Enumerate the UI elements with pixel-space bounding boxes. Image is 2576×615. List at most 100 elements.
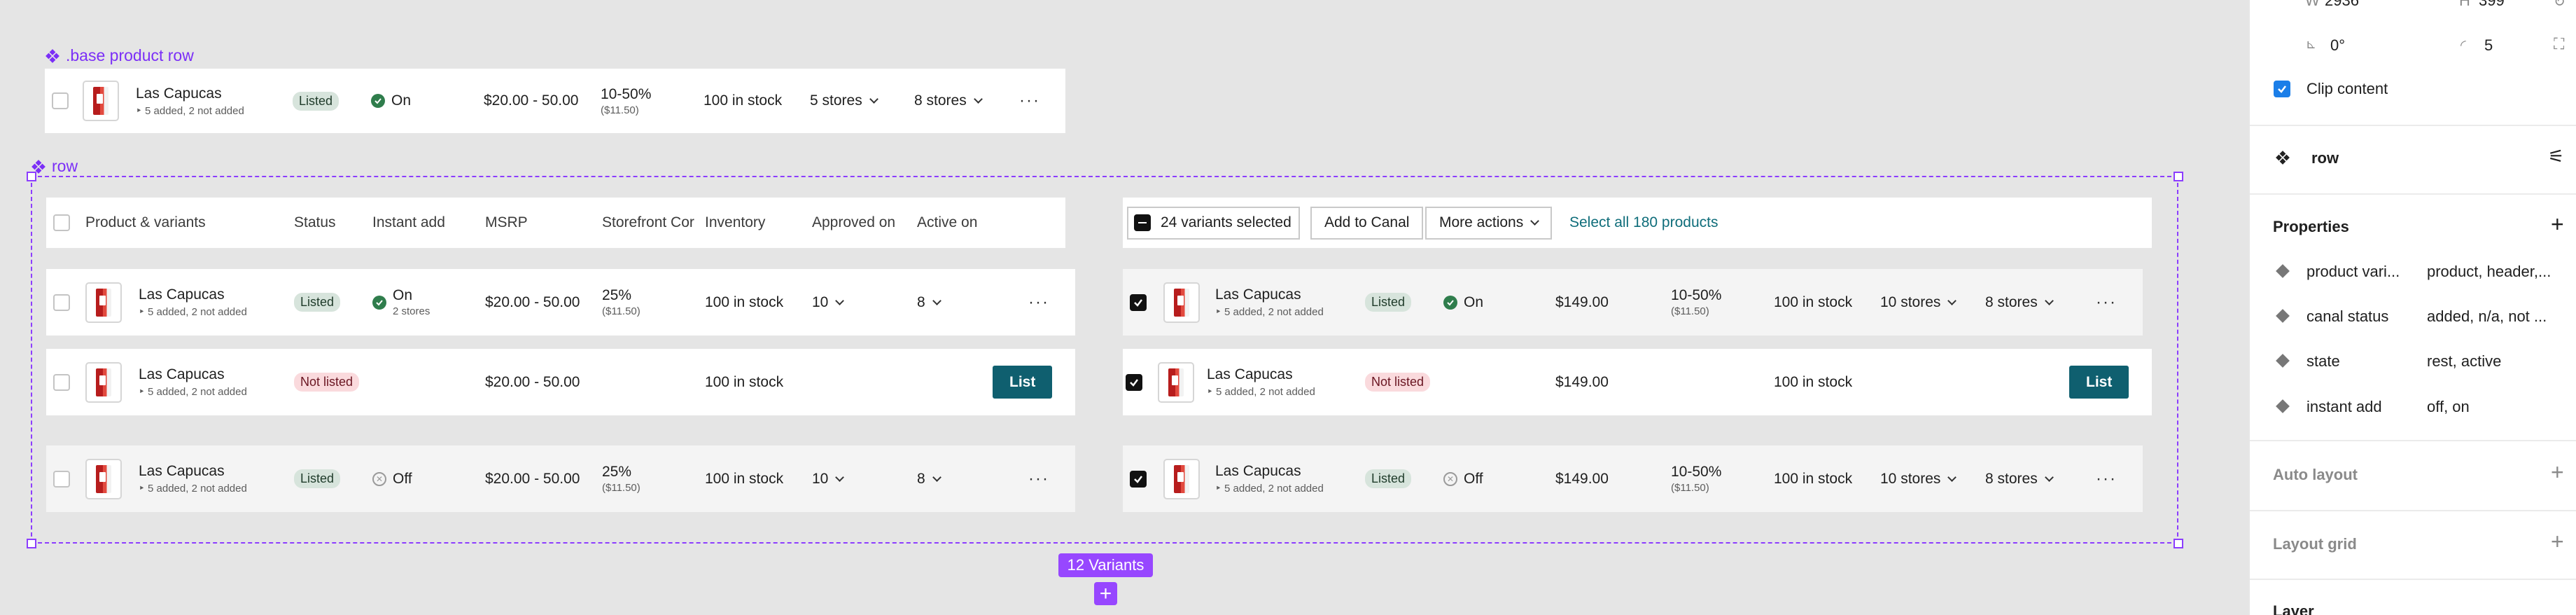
add-layout-grid-icon[interactable]: + [2551,529,2564,555]
active-dropdown[interactable]: 8 stores [914,92,983,109]
divider [2250,440,2576,441]
row-checkbox[interactable] [53,373,70,391]
constrain-icon[interactable]: ↻ [2554,0,2566,11]
table-row[interactable]: Las Capucas ‣ 5 added, 2 not added Listed… [1123,445,2143,512]
row-checkbox-checked[interactable] [1130,293,1147,311]
chevron-down-icon [932,296,941,305]
select-all-checkbox[interactable] [53,214,70,231]
width-value[interactable]: 2936 [2325,0,2359,10]
component-icon [2276,151,2290,165]
more-icon[interactable]: ··· [2096,469,2117,489]
status-badge: Not listed [294,373,360,392]
table-row[interactable]: Las Capucas ‣ 5 added, 2 not added Not li… [46,349,1075,415]
approved-dropdown[interactable]: 5 stores [810,92,878,109]
row-checkbox-checked[interactable] [1130,470,1147,488]
approved-dropdown[interactable]: 10 stores [1880,471,1957,488]
variants-badge[interactable]: 12 Variants [1058,553,1153,577]
list-button[interactable]: List [993,366,1053,399]
component-label-base[interactable]: .base product row [45,46,194,65]
resize-handle[interactable] [27,172,36,181]
table-row[interactable]: Las Capucas ‣ 5 added, 2 not added Not li… [1123,349,2152,415]
more-icon[interactable]: ··· [2096,293,2117,312]
design-canvas[interactable]: .base product row Las Capucas ‣ 5 added, … [0,0,2248,615]
divider [2250,510,2576,511]
adjust-icon[interactable]: ⚟ [2548,146,2564,167]
status-badge: Listed [293,91,340,111]
divider [2250,193,2576,195]
resize-handle[interactable] [2174,172,2183,181]
corner-radius-icon: ◜ [2460,38,2466,53]
status-badge: Listed [294,469,341,488]
product-thumbnail [1163,282,1200,323]
more-icon[interactable]: ··· [1028,469,1049,489]
base-product-row[interactable]: Las Capucas ‣ 5 added, 2 not added Listed… [45,69,1065,133]
property-icon [2276,264,2290,278]
list-button[interactable]: List [2069,366,2129,399]
status-badge: Not listed [1365,373,1431,392]
component-label-row[interactable]: row [31,157,78,176]
component-name: row [2311,149,2339,167]
chevron-down-icon [835,472,845,482]
selected-count[interactable]: 24 variants selected [1127,206,1300,240]
active-dropdown[interactable]: 8 [917,294,941,311]
row-checkbox[interactable] [52,92,69,109]
chevron-down-icon [1530,216,1540,226]
table-row[interactable]: Las Capucas ‣ 5 added, 2 not added Listed… [46,269,1075,336]
properties-title: Properties [2273,218,2349,235]
table-header: Product & variants Status Instant add MS… [46,198,1065,248]
check-circle-icon [1443,295,1457,310]
clip-content-checkbox[interactable] [2274,81,2290,97]
approved-dropdown[interactable]: 10 [812,294,845,311]
row-checkbox-checked[interactable] [1126,373,1142,391]
add-to-canal-button[interactable]: Add to Canal [1310,206,1424,240]
add-variant-button[interactable]: + [1094,582,1117,605]
clip-content-label: Clip content [2306,80,2388,97]
chevron-down-icon [869,95,878,104]
more-icon[interactable]: ··· [1028,293,1049,312]
active-dropdown[interactable]: 8 stores [1985,471,2054,488]
chevron-down-icon [973,95,983,104]
product-sub: ‣ 5 added, 2 not added [136,104,244,117]
resize-handle[interactable] [27,539,36,548]
active-dropdown[interactable]: 8 [917,471,941,488]
add-property-icon[interactable]: + [2551,212,2564,237]
add-auto-layout-icon[interactable]: + [2551,459,2564,485]
chevron-down-icon [1947,472,1957,482]
property-icon [2276,354,2290,368]
product-thumbnail [85,361,122,403]
product-thumbnail [85,458,122,499]
product-thumbnail [85,282,122,323]
more-icon[interactable]: ··· [1019,91,1040,111]
approved-dropdown[interactable]: 10 stores [1880,294,1957,311]
active-dropdown[interactable]: 8 stores [1985,294,2054,311]
auto-layout-title: Auto layout [2273,466,2358,483]
more-actions-button[interactable]: More actions [1425,206,1553,240]
property-icon [2276,399,2290,413]
table-row[interactable]: Las Capucas ‣ 5 added, 2 not added Listed… [1123,269,2143,336]
indeterminate-checkbox [1134,214,1151,231]
layer-title: Layer [2273,602,2314,615]
select-all-link[interactable]: Select all 180 products [1569,214,1718,231]
rotation-icon: ⊾ [2306,37,2317,51]
status-badge: Listed [1365,293,1412,312]
resize-handle[interactable] [2174,539,2183,548]
chevron-down-icon [2044,472,2054,482]
property-icon [2276,309,2290,323]
chevron-down-icon [932,472,941,482]
radius-value[interactable]: 5 [2484,36,2493,55]
check-circle-icon [372,295,386,310]
status-badge: Listed [1365,469,1412,488]
row-checkbox[interactable] [53,293,70,311]
height-value[interactable]: 399 [2479,0,2505,10]
close-circle-icon: ✕ [1443,471,1457,486]
approved-dropdown[interactable]: 10 [812,471,845,488]
table-row[interactable]: Las Capucas ‣ 5 added, 2 not added Listed… [46,445,1075,512]
row-checkbox[interactable] [53,470,70,488]
msrp-value: $20.00 - 50.00 [484,92,579,109]
component-icon [46,48,59,63]
independent-corners-icon[interactable]: ⛶ [2554,35,2564,53]
status-badge: Listed [294,293,341,312]
rotation-value[interactable]: 0° [2330,36,2345,55]
design-panel: W 2936 H 399 ↻ ⊾ 0° ◜ 5 ⛶ Clip content r… [2248,0,2576,615]
bulk-action-bar: 24 variants selected Add to Canal More a… [1123,198,2152,248]
